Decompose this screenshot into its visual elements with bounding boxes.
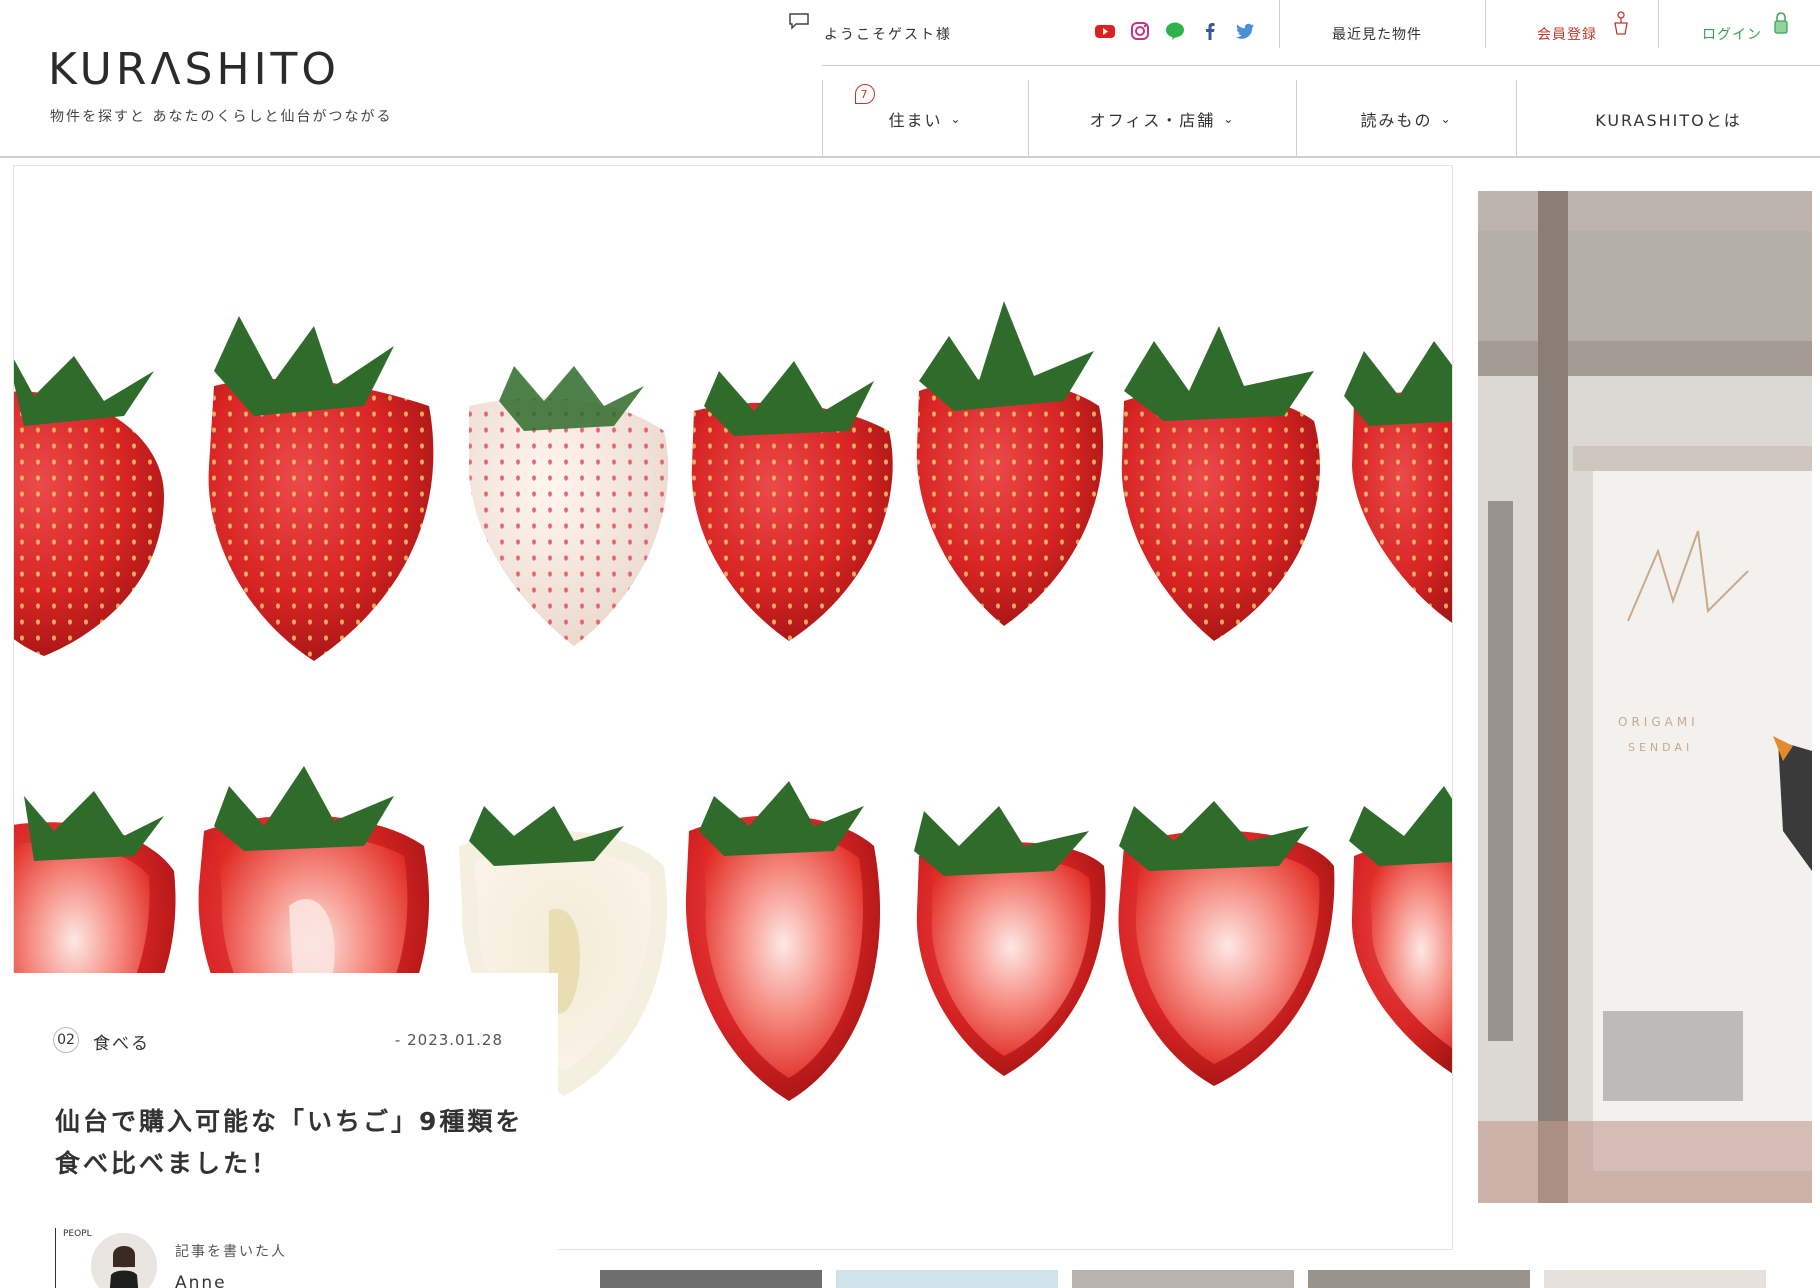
notification-badge: 7	[855, 84, 875, 104]
nav-label: KURASHITOとは	[1595, 111, 1742, 130]
welcome-text: ようこそゲスト様	[824, 27, 952, 43]
article-title[interactable]: 仙台で購入可能な「いちご」9種類を食べ比べました！	[55, 1101, 525, 1185]
register-icon	[1614, 11, 1628, 35]
nav-reading[interactable]: 読みもの ⌄	[1296, 80, 1516, 158]
youtube-icon[interactable]	[1094, 20, 1116, 42]
main-nav: 7 住まい ⌄ オフィス・店舗 ⌄ 読みもの ⌄ KURASHITOとは	[822, 80, 1820, 158]
divider	[55, 1228, 61, 1288]
article-card[interactable]: 02 食べる - 2023.01.28 仙台で購入可能な「いちご」9種類を食べ比…	[13, 973, 558, 1288]
thumbnail[interactable]	[1072, 1270, 1294, 1288]
twitter-icon[interactable]	[1234, 20, 1256, 42]
writer-label: 記事を書いた人	[175, 1244, 287, 1260]
article-number: 02	[53, 1027, 79, 1053]
top-bar: ようこそゲスト様 最近見た物件 会員登録 ログイン	[789, 0, 1820, 66]
side-slide-image[interactable]: ORIGAMI SENDAI	[1478, 191, 1812, 1203]
social-links	[1094, 20, 1256, 42]
register-link[interactable]: 会員登録	[1537, 24, 1597, 44]
facebook-icon[interactable]	[1199, 20, 1221, 42]
writer-photo	[91, 1233, 157, 1288]
tagline: 物件を探すと あなたのくらしと仙台がつながる	[50, 109, 393, 125]
sign-text: ORIGAMI	[1618, 715, 1699, 729]
svg-text:SENDAI: SENDAI	[1628, 741, 1693, 754]
chat-bubble-icon	[789, 13, 809, 30]
nav-housing[interactable]: 7 住まい ⌄	[822, 80, 1028, 158]
login-link[interactable]: ログイン	[1702, 24, 1762, 44]
site-header: KURΛSHITO 物件を探すと あなたのくらしと仙台がつながる ようこそゲスト…	[0, 0, 1820, 158]
nav-about[interactable]: KURASHITOとは	[1516, 80, 1820, 158]
lock-icon	[1774, 12, 1788, 34]
thumbnail[interactable]	[836, 1270, 1058, 1288]
line-icon[interactable]	[1164, 20, 1186, 42]
recent-properties-link[interactable]: 最近見た物件	[1332, 24, 1422, 44]
instagram-icon[interactable]	[1129, 20, 1151, 42]
chevron-down-icon: ⌄	[1223, 112, 1236, 126]
nav-label: 読みもの	[1360, 111, 1433, 130]
chevron-down-icon: ⌄	[1440, 112, 1453, 126]
writer-name[interactable]: Anne	[175, 1273, 227, 1288]
thumbnail[interactable]	[1544, 1270, 1766, 1288]
article-date: - 2023.01.28	[394, 1031, 503, 1049]
divider	[1279, 0, 1280, 48]
nav-label: オフィス・店舗	[1089, 111, 1216, 130]
thumbnail-strip	[600, 1270, 1766, 1288]
divider	[1485, 0, 1486, 48]
people-label: PEOPL	[63, 1229, 92, 1239]
thumbnail[interactable]	[1308, 1270, 1530, 1288]
nav-office-store[interactable]: オフィス・店舗 ⌄	[1028, 80, 1296, 158]
divider	[1658, 0, 1659, 48]
article-category[interactable]: 食べる	[93, 1029, 150, 1054]
chevron-down-icon: ⌄	[950, 112, 963, 126]
thumbnail[interactable]	[600, 1270, 822, 1288]
storefront-image: ORIGAMI SENDAI	[1478, 191, 1812, 1203]
avatar[interactable]	[91, 1233, 157, 1288]
nav-label: 住まい	[888, 111, 943, 130]
site-logo[interactable]: KURΛSHITO	[48, 44, 340, 95]
